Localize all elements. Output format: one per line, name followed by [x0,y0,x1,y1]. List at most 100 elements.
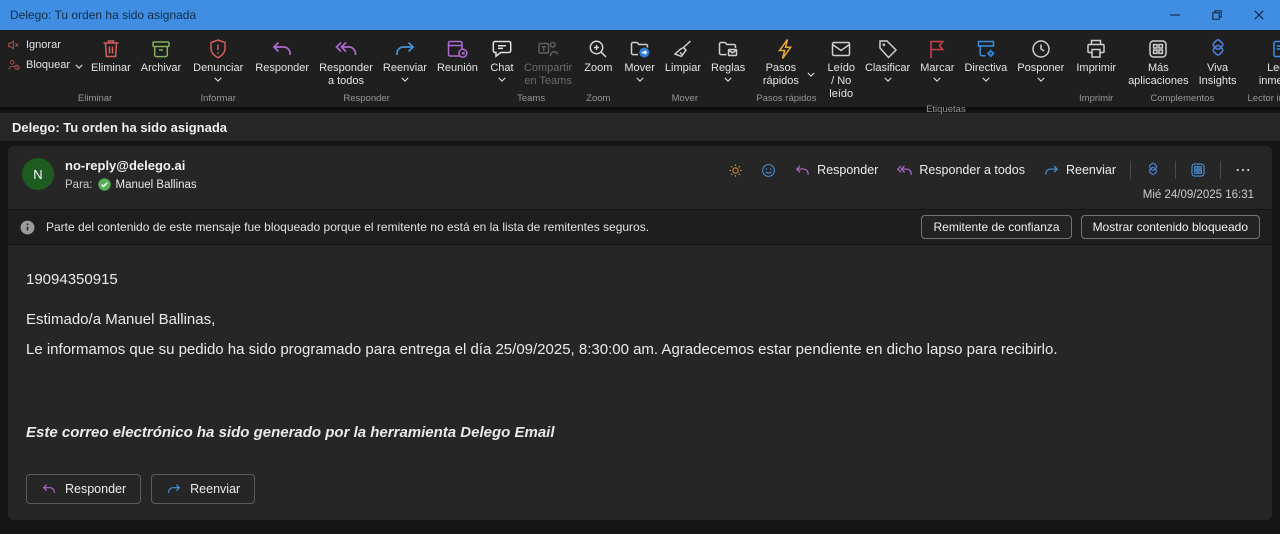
reply-all-button[interactable]: Responder a todos [314,33,378,90]
quick-steps-button[interactable]: Pasos rápidos [752,33,820,90]
more-apps-button[interactable]: Más aplicaciones [1123,33,1194,90]
flag-button[interactable]: Marcar [915,33,959,84]
envelope-icon [829,35,853,62]
delete-button[interactable]: Eliminar [86,33,136,77]
policy-gear-icon [974,35,998,62]
forward-arrow-icon [1043,162,1060,179]
group-label-lector-inmersivo: Lector inmersivo [1244,92,1280,107]
magnifier-plus-icon [586,35,610,62]
window-title: Delego: Tu orden ha sido asignada [10,8,196,22]
cleanup-button[interactable]: Limpiar [660,33,706,77]
group-label-informar: Informar [188,92,248,107]
viva-insights-button[interactable]: Viva Insights [1194,33,1242,90]
speaker-mute-icon [7,38,21,52]
ribbon-group-etiquetas: Leído / No leído Clasificar Marcar Direc… [822,30,1069,107]
more-options-button[interactable] [1228,158,1258,182]
ribbon-group-lector-inmersivo: Lector inmersivo Lector inmersivo [1244,30,1280,107]
header-reply-all-button[interactable]: Responder a todos [889,159,1032,182]
meeting-calendar-icon [445,35,469,62]
ribbon-group-complementos: Más aplicaciones Viva Insights Complemen… [1123,30,1241,107]
printer-icon [1084,35,1108,62]
blocked-content-text: Parte del contenido de este mensaje fue … [46,220,649,234]
block-button[interactable]: Bloquear [7,58,83,72]
ribbon-group-mover: Mover Limpiar Reglas Mover [619,30,750,107]
email-subject: Delego: Tu orden ha sido asignada [12,120,227,135]
trusted-sender-button[interactable]: Remitente de confianza [921,215,1071,239]
ribbon-group-informar: Denunciar Informar [188,30,248,107]
tag-icon [876,35,900,62]
header-reply-all-label: Responder a todos [919,163,1025,177]
group-label-eliminar: Eliminar [4,92,186,107]
trash-icon [99,35,123,62]
report-button[interactable]: Denunciar [188,33,248,84]
zoom-button[interactable]: Zoom [579,33,617,77]
order-number: 19094350915 [26,271,1254,288]
folder-envelope-icon [716,35,740,62]
group-label-mover: Mover [619,92,750,107]
close-button[interactable] [1238,0,1280,30]
group-label-zoom: Zoom [579,92,617,107]
snooze-button[interactable]: Posponer [1012,33,1069,84]
folder-move-icon [628,35,652,62]
message-body: 19094350915 Estimado/a Manuel Ballinas, … [8,245,1272,474]
info-icon [20,220,35,235]
footer-reply-button[interactable]: Responder [26,474,141,504]
smiley-reaction-icon[interactable] [754,159,783,182]
group-label-responder: Responder [250,92,483,107]
header-forward-button[interactable]: Reenviar [1036,159,1123,182]
ribbon-group-teams: Chat Compartir en Teams Teams [485,30,577,107]
restore-button[interactable] [1196,0,1238,30]
shield-exclaim-icon [206,35,230,62]
chevron-down-icon [807,72,815,77]
reply-all-arrow-icon [896,162,913,179]
ribbon-group-pasos-rapidos: Pasos rápidos Pasos rápidos [752,30,820,107]
group-label-pasos-rapidos: Pasos rápidos [752,92,820,107]
rules-button[interactable]: Reglas [706,33,750,84]
chevron-down-icon [724,77,732,82]
read-unread-button[interactable]: Leído / No leído [822,33,860,103]
minimize-button[interactable] [1154,0,1196,30]
lightning-icon [774,35,798,62]
person-block-icon [7,58,21,72]
teams-icon [536,35,560,62]
recipient-name[interactable]: Manuel Ballinas [116,179,197,191]
forward-arrow-icon [393,35,417,62]
reply-arrow-icon [794,162,811,179]
archive-button[interactable]: Archivar [136,33,186,77]
sender-avatar[interactable]: N [22,158,54,190]
viva-insights-icon[interactable] [1138,158,1168,182]
show-blocked-content-button[interactable]: Mostrar contenido bloqueado [1081,215,1260,239]
group-label-complementos: Complementos [1123,92,1241,107]
header-forward-label: Reenviar [1066,163,1116,177]
reply-button[interactable]: Responder [250,33,314,77]
footer-forward-label: Reenviar [190,482,240,496]
forward-button[interactable]: Reenviar [378,33,432,84]
footer-forward-button[interactable]: Reenviar [151,474,255,504]
chevron-down-icon [933,77,941,82]
categorize-button[interactable]: Clasificar [860,33,915,84]
share-to-teams-button[interactable]: Compartir en Teams [519,33,577,90]
sun-icon[interactable] [721,159,750,182]
header-separator [1175,161,1176,179]
immersive-reader-button[interactable]: Lector inmersivo [1244,33,1280,90]
chat-button[interactable]: Chat [485,33,519,84]
ignore-button[interactable]: Ignorar [7,38,83,52]
sender-address[interactable]: no-reply@delego.ai [65,158,197,173]
apps-grid-icon[interactable] [1183,158,1213,182]
apps-grid-icon [1146,35,1170,62]
chat-bubble-icon [490,35,514,62]
policy-button[interactable]: Directiva [959,33,1012,84]
message-date: Mié 24/09/2025 16:31 [1143,189,1254,201]
chevron-down-icon [982,77,990,82]
generated-by-note: Este correo electrónico ha sido generado… [26,424,1254,441]
meeting-button[interactable]: Reunión [432,33,483,77]
body-paragraph: Le informamos que su pedido ha sido prog… [26,341,1254,358]
ribbon-group-imprimir: Imprimir Imprimir [1071,30,1121,107]
chevron-down-icon [75,64,83,69]
forward-arrow-icon [166,481,182,497]
header-reply-button[interactable]: Responder [787,159,885,182]
archive-box-icon [149,35,173,62]
print-button[interactable]: Imprimir [1071,33,1121,77]
move-button[interactable]: Mover [619,33,660,84]
footer-reply-label: Responder [65,482,126,496]
